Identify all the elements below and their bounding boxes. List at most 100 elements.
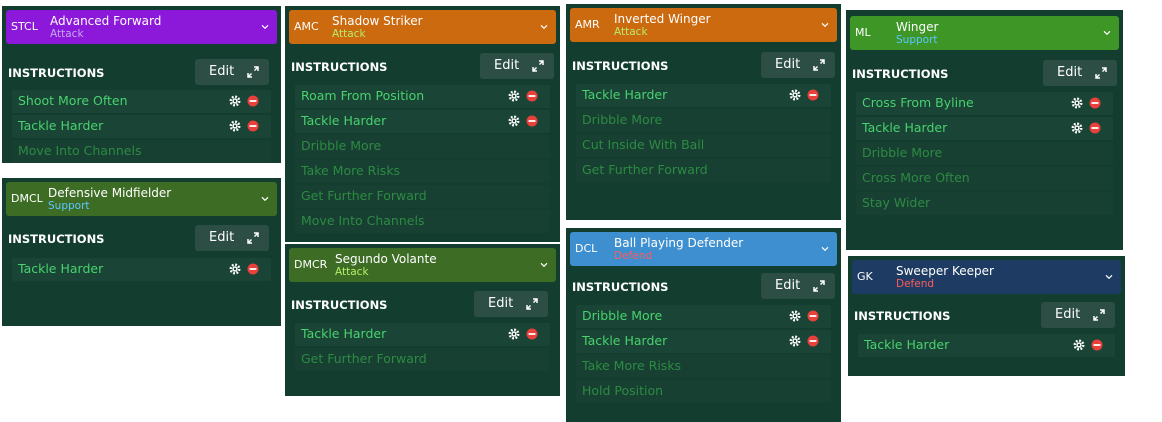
gear-icon[interactable] [789, 89, 801, 101]
instruction-row[interactable]: Tackle Harder [858, 334, 1115, 357]
role-selector[interactable]: ML Winger Support [850, 16, 1119, 50]
remove-icon[interactable] [526, 115, 538, 127]
gear-icon[interactable] [1071, 122, 1083, 134]
role-selector[interactable]: DCL Ball Playing Defender Defend [570, 232, 837, 266]
gear-icon[interactable] [789, 310, 801, 322]
edit-button[interactable]: Edit [195, 59, 269, 85]
gear-icon[interactable] [1073, 339, 1085, 351]
instruction-row[interactable]: Dribble More [576, 109, 831, 132]
role-selector[interactable]: AMR Inverted Winger Attack [570, 8, 837, 42]
instruction-row[interactable]: Dribble More [295, 135, 550, 158]
role-selector[interactable]: GK Sweeper Keeper Defend [852, 260, 1121, 294]
role-selector[interactable]: AMC Shadow Striker Attack [289, 10, 556, 44]
remove-icon[interactable] [1091, 339, 1103, 351]
instruction-row[interactable]: Move Into Channels [12, 140, 271, 163]
player-panel-stcl: STCL Advanced Forward Attack INSTRUCTIONS Ed… [2, 6, 281, 163]
expand-icon[interactable] [526, 298, 538, 310]
expand-icon[interactable] [247, 66, 259, 78]
role-duty: Attack [50, 28, 84, 40]
expand-icon[interactable] [247, 232, 259, 244]
instruction-label: Move Into Channels [18, 143, 142, 158]
gear-icon[interactable] [229, 95, 241, 107]
edit-button-label: Edit [1057, 65, 1083, 80]
player-panel-amr: AMR Inverted Winger Attack INSTRUCTIONS Edit… [566, 4, 841, 220]
chevron-down-icon[interactable] [261, 195, 269, 203]
expand-icon[interactable] [813, 59, 825, 71]
instruction-row[interactable]: Cross More Often [856, 167, 1113, 190]
instruction-row[interactable]: Stay Wider [856, 192, 1113, 215]
instructions-heading: INSTRUCTIONS [291, 298, 388, 312]
instruction-row[interactable]: Get Further Forward [295, 348, 550, 371]
instructions-heading: INSTRUCTIONS [852, 67, 949, 81]
position-code: ML [855, 26, 871, 39]
edit-button-label: Edit [775, 278, 801, 293]
gear-icon[interactable] [789, 335, 801, 347]
edit-button[interactable]: Edit [1041, 302, 1115, 328]
chevron-down-icon[interactable] [261, 23, 269, 31]
remove-icon[interactable] [526, 90, 538, 102]
instruction-row[interactable]: Move Into Channels [295, 210, 550, 233]
chevron-down-icon[interactable] [821, 245, 829, 253]
edit-button[interactable]: Edit [195, 225, 269, 251]
instruction-label: Take More Risks [301, 163, 401, 178]
position-code: DMCR [294, 258, 328, 271]
instruction-row[interactable]: Shoot More Often [12, 90, 271, 113]
gear-icon[interactable] [229, 120, 241, 132]
chevron-down-icon[interactable] [1103, 29, 1111, 37]
chevron-down-icon[interactable] [540, 261, 548, 269]
role-duty: Defend [896, 278, 935, 290]
instruction-row[interactable]: Take More Risks [576, 355, 831, 378]
edit-button[interactable]: Edit [761, 273, 835, 299]
instruction-row[interactable]: Tackle Harder [856, 117, 1113, 140]
instruction-row[interactable]: Roam From Position [295, 85, 550, 108]
instruction-row[interactable]: Tackle Harder [295, 323, 550, 346]
instruction-row[interactable]: Get Further Forward [295, 185, 550, 208]
expand-icon[interactable] [813, 280, 825, 292]
chevron-down-icon[interactable] [540, 23, 548, 31]
instruction-label: Dribble More [862, 145, 943, 160]
remove-icon[interactable] [247, 95, 259, 107]
remove-icon[interactable] [1089, 97, 1101, 109]
remove-icon[interactable] [1089, 122, 1101, 134]
remove-icon[interactable] [807, 335, 819, 347]
remove-icon[interactable] [807, 89, 819, 101]
expand-icon[interactable] [532, 60, 544, 72]
edit-button[interactable]: Edit [480, 53, 554, 79]
instruction-row[interactable]: Dribble More [576, 305, 831, 328]
remove-icon[interactable] [807, 310, 819, 322]
remove-icon[interactable] [247, 263, 259, 275]
expand-icon[interactable] [1095, 67, 1107, 79]
instruction-row[interactable]: Dribble More [856, 142, 1113, 165]
gear-icon[interactable] [508, 115, 520, 127]
remove-icon[interactable] [526, 328, 538, 340]
expand-icon[interactable] [1093, 309, 1105, 321]
edit-button[interactable]: Edit [761, 52, 835, 78]
gear-icon[interactable] [508, 328, 520, 340]
gear-icon[interactable] [229, 263, 241, 275]
role-selector[interactable]: DMCR Segundo Volante Attack [289, 248, 556, 282]
edit-button-label: Edit [209, 230, 235, 245]
instruction-row[interactable]: Tackle Harder [295, 110, 550, 133]
edit-button[interactable]: Edit [474, 291, 548, 317]
instruction-row[interactable]: Tackle Harder [12, 258, 271, 281]
instruction-label: Get Further Forward [301, 188, 427, 203]
instruction-row[interactable]: Cross From Byline [856, 92, 1113, 115]
role-selector[interactable]: DMCL Defensive Midfielder Support [6, 182, 277, 216]
instruction-row[interactable]: Tackle Harder [12, 115, 271, 138]
instruction-row[interactable]: Take More Risks [295, 160, 550, 183]
instruction-row[interactable]: Hold Position [576, 380, 831, 403]
role-selector[interactable]: STCL Advanced Forward Attack [6, 10, 277, 44]
instruction-row[interactable]: Tackle Harder [576, 84, 831, 107]
gear-icon[interactable] [508, 90, 520, 102]
instruction-label: Cross More Often [862, 170, 970, 185]
gear-icon[interactable] [1071, 97, 1083, 109]
instruction-label: Tackle Harder [864, 337, 950, 352]
remove-icon[interactable] [247, 120, 259, 132]
chevron-down-icon[interactable] [1105, 273, 1113, 281]
instruction-row[interactable]: Cut Inside With Ball [576, 134, 831, 157]
chevron-down-icon[interactable] [821, 21, 829, 29]
instructions-heading: INSTRUCTIONS [572, 59, 669, 73]
instruction-row[interactable]: Get Further Forward [576, 159, 831, 182]
instruction-row[interactable]: Tackle Harder [576, 330, 831, 353]
edit-button[interactable]: Edit [1043, 60, 1117, 86]
